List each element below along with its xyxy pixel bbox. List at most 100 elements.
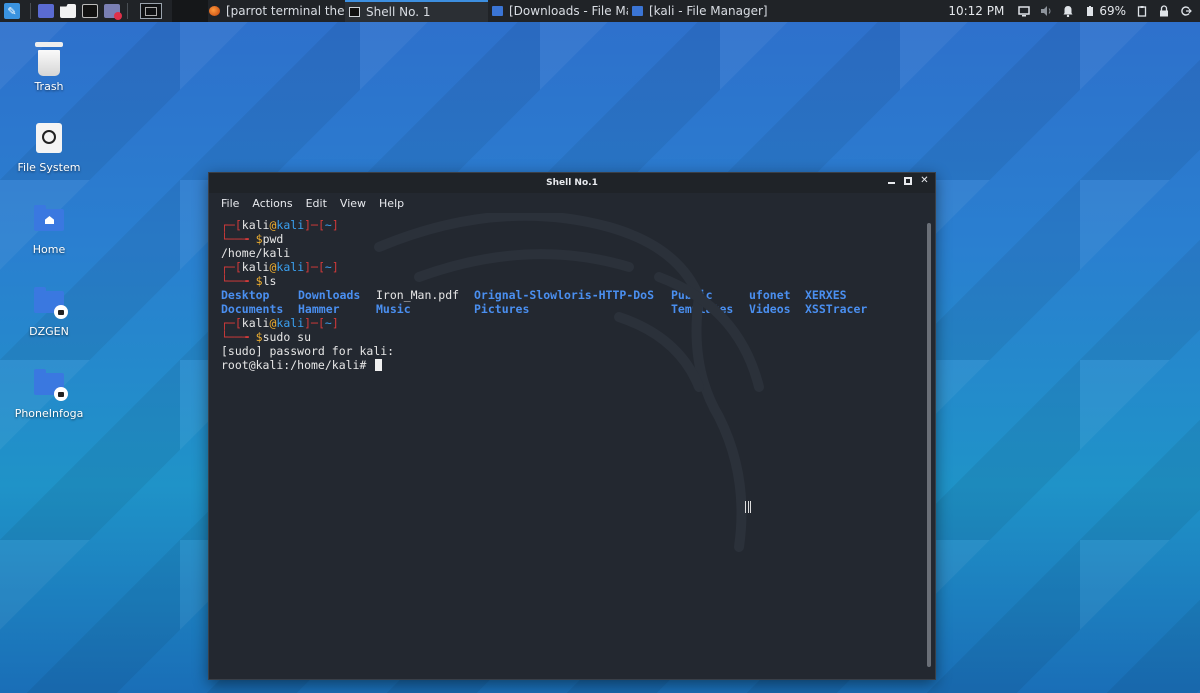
ls-entry: Videos — [749, 302, 791, 316]
mouse-ibeam-cursor-icon — [745, 501, 751, 513]
terminal-icon — [349, 7, 360, 17]
locked-folder-icon — [32, 367, 68, 401]
task-label: [parrot terminal theme -... — [226, 4, 345, 18]
trash-icon — [32, 40, 66, 76]
desktop-icon-phoneinfoga[interactable]: PhoneInfoga — [4, 367, 94, 420]
notifications-icon[interactable] — [1062, 5, 1074, 17]
maximize-icon[interactable] — [904, 177, 912, 185]
prompt-dir: ~ — [324, 218, 332, 232]
locked-folder-icon — [32, 285, 68, 319]
battery-percent: 69% — [1099, 4, 1126, 18]
task-button-shell[interactable]: Shell No. 1 — [345, 0, 488, 22]
app-menu-icon[interactable]: ✎ — [4, 3, 20, 19]
output-line: /home/kali — [221, 246, 291, 260]
desktop-icon-dzgen[interactable]: DZGEN — [4, 285, 94, 338]
task-label: [kali - File Manager] — [649, 4, 768, 18]
prompt-user: kali — [241, 260, 270, 274]
command-text: sudo su — [262, 330, 312, 344]
prompt-dir: ~ — [324, 260, 332, 274]
folder-icon — [632, 6, 643, 16]
prompt-host: kali — [276, 316, 305, 330]
home-folder-icon — [32, 203, 66, 237]
ls-entry: Templates — [671, 302, 734, 316]
show-desktop-icon[interactable] — [140, 3, 162, 19]
close-icon[interactable]: ✕ — [920, 176, 929, 186]
prompt-dir: ~ — [324, 316, 332, 330]
task-button-downloads[interactable]: [Downloads - File Mana... — [488, 0, 628, 22]
ls-entry: Iron_Man.pdf — [376, 288, 460, 302]
folder-icon — [492, 6, 503, 16]
battery-indicator[interactable]: 69% — [1084, 4, 1126, 18]
ls-output-row: Documents Hammer Music Pictures Template… — [221, 302, 935, 316]
ls-entry: Music — [376, 302, 411, 316]
battery-icon — [1087, 6, 1094, 16]
prompt-host: kali — [276, 218, 305, 232]
workspace-switcher[interactable] — [172, 0, 208, 22]
taskbar-launchers: ✎ — [0, 0, 208, 22]
ls-entry: Downloads — [298, 288, 361, 302]
system-tray: 10:12 PM 69% — [948, 0, 1200, 22]
prompt-line: ┌─[kali@kali]─[~] — [221, 316, 339, 330]
terminal-launcher-icon[interactable] — [82, 4, 98, 18]
task-button-browser[interactable]: [parrot terminal theme -... — [205, 0, 345, 22]
terminal-output[interactable]: ┌─[kali@kali]─[~] └──╼ $pwd /home/kali ┌… — [209, 213, 935, 679]
window-controls: ✕ — [887, 176, 929, 186]
display-icon[interactable] — [1018, 5, 1031, 17]
ls-entry: Orignal-Slowloris-HTTP-DoS — [474, 288, 655, 302]
file-manager-launcher-icon[interactable] — [60, 4, 76, 18]
menu-actions[interactable]: Actions — [252, 197, 292, 210]
desktop-icon-label: DZGEN — [29, 325, 69, 338]
menu-file[interactable]: File — [221, 197, 239, 210]
command-line: └──╼ $ls — [221, 274, 277, 288]
task-label: [Downloads - File Mana... — [509, 4, 628, 18]
prompt-host: kali — [276, 260, 305, 274]
output-line: [sudo] password for kali: — [221, 344, 395, 358]
window-titlebar[interactable]: Shell No.1 ✕ — [209, 173, 935, 193]
clipboard-icon[interactable] — [1136, 5, 1148, 17]
logout-icon[interactable] — [1180, 5, 1192, 17]
text-cursor — [375, 359, 383, 371]
terminal-window[interactable]: Shell No.1 ✕ File Actions Edit View Help… — [208, 172, 936, 680]
clock[interactable]: 10:12 PM — [948, 4, 1004, 18]
ls-entry: Hammer — [298, 302, 340, 316]
ls-entry: Pictures — [474, 302, 530, 316]
taskbar-separator — [30, 3, 31, 19]
desktop-icon-file-system[interactable]: File System — [4, 121, 94, 174]
menu-help[interactable]: Help — [379, 197, 404, 210]
prompt-user: kali — [241, 218, 270, 232]
menu-edit[interactable]: Edit — [306, 197, 327, 210]
screen-recorder-launcher-icon[interactable] — [104, 4, 122, 20]
desktop-icon-label: Trash — [34, 80, 64, 93]
desktop-icon-home[interactable]: Home — [4, 203, 94, 256]
firefox-icon — [209, 6, 220, 16]
desktop-icon-trash[interactable]: Trash — [4, 40, 94, 93]
window-title: Shell No.1 — [546, 178, 598, 188]
desktop-icon-label: PhoneInfoga — [14, 407, 84, 420]
ls-entry: Public — [671, 288, 713, 302]
desktop-icon-label: Home — [32, 243, 66, 256]
command-line: └──╼ $pwd — [221, 232, 284, 246]
ls-entry: XSSTracer — [805, 302, 868, 316]
minimize-icon[interactable] — [887, 176, 896, 185]
ls-entry: Desktop — [221, 288, 270, 302]
terminal-scrollbar[interactable] — [927, 223, 931, 667]
ls-entry: ufonet — [749, 288, 791, 302]
root-prompt: root@kali:/home/kali# — [221, 358, 367, 372]
task-button-kali-files[interactable]: [kali - File Manager] — [628, 0, 768, 22]
menu-view[interactable]: View — [340, 197, 366, 210]
root-prompt-line[interactable]: root@kali:/home/kali# — [221, 358, 935, 372]
drive-icon — [32, 121, 66, 155]
task-label: Shell No. 1 — [366, 5, 431, 19]
lock-icon[interactable] — [1158, 5, 1170, 17]
volume-icon[interactable] — [1040, 5, 1052, 17]
prompt-line: ┌─[kali@kali]─[~] — [221, 260, 339, 274]
prompt-user: kali — [241, 316, 270, 330]
command-text: ls — [262, 274, 277, 288]
desktop-icon-label: File System — [17, 161, 81, 174]
workspace-launcher-icon[interactable] — [38, 4, 54, 18]
command-text: pwd — [262, 232, 284, 246]
taskbar: ✎ [parrot terminal theme -... Shell No. … — [0, 0, 1200, 22]
ls-entry: XERXES — [805, 288, 847, 302]
taskbar-separator — [127, 3, 128, 19]
ls-output-row: Desktop Downloads Iron_Man.pdf Orignal-S… — [221, 288, 935, 302]
